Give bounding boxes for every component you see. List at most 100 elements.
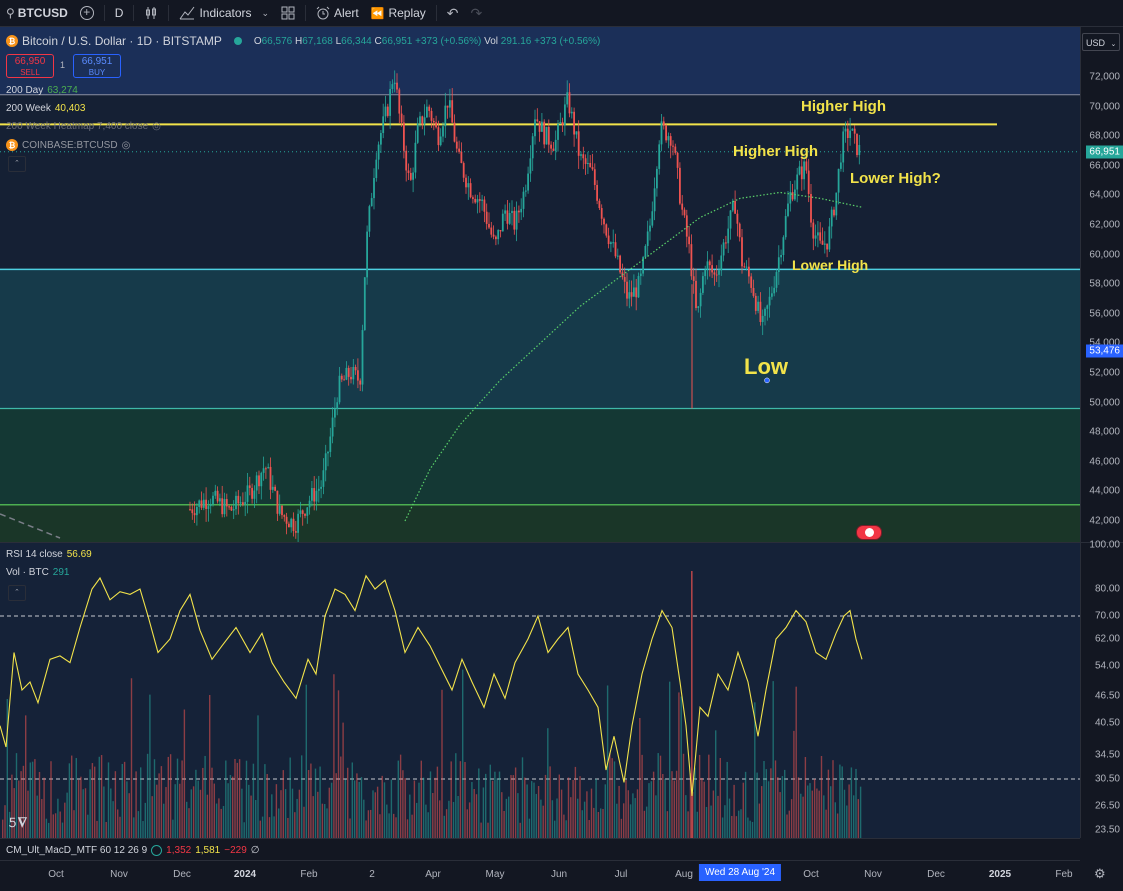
rsi-chart[interactable] bbox=[0, 543, 1080, 838]
volume-bar bbox=[652, 771, 655, 838]
price-tick-label: 50,000 bbox=[1089, 397, 1120, 409]
settings-gear-icon[interactable]: ⚙ bbox=[1094, 866, 1106, 882]
redo-button[interactable]: ↷ bbox=[465, 0, 489, 26]
buy-button[interactable]: 66,951 BUY bbox=[73, 54, 121, 78]
volume-bar bbox=[199, 789, 202, 838]
indicators-icon bbox=[180, 6, 195, 20]
volume-bar bbox=[250, 795, 252, 838]
volume-bar bbox=[367, 810, 370, 838]
undo-icon: ↶ bbox=[446, 4, 459, 21]
candle-body bbox=[623, 277, 626, 282]
price-tick-label: 64,000 bbox=[1089, 189, 1120, 201]
tradingview-logo-icon[interactable]: 𝟻 ∇ bbox=[8, 814, 27, 831]
candle-body bbox=[221, 498, 224, 515]
volume-bar bbox=[498, 771, 501, 838]
candle-body bbox=[704, 269, 707, 277]
candle-body bbox=[780, 254, 782, 258]
volume-legend[interactable]: Vol · BTC 291 bbox=[6, 567, 69, 578]
eye-off-icon: ◎ bbox=[121, 139, 131, 151]
price-chart-pane[interactable] bbox=[0, 27, 1080, 542]
flag-events-icon[interactable] bbox=[856, 525, 882, 540]
collapse-legend-button[interactable]: ˆ bbox=[8, 156, 26, 172]
candle-body bbox=[361, 330, 364, 385]
candle-body bbox=[826, 243, 828, 250]
volume-bar bbox=[356, 773, 358, 838]
volume-bar bbox=[213, 783, 215, 838]
candle-body bbox=[582, 154, 585, 159]
ma200-week-legend[interactable]: 200 Week 40,403 bbox=[6, 103, 85, 114]
compare-legend[interactable]: ₿ COINBASE:BTCUSD ◎ bbox=[6, 139, 130, 151]
volume-bar bbox=[119, 816, 121, 838]
symbol-search[interactable]: ⚲ BTCUSD bbox=[0, 0, 74, 26]
compare-button[interactable]: + bbox=[74, 0, 100, 26]
crosshair-price-tag: 53,476 bbox=[1086, 344, 1123, 358]
volume-bar bbox=[836, 813, 839, 838]
time-tick-label: Jun bbox=[550, 869, 568, 880]
volume-bar bbox=[597, 811, 600, 838]
volume-bar bbox=[57, 798, 59, 838]
currency-dropdown[interactable]: USD ⌄ bbox=[1082, 33, 1120, 51]
divider bbox=[168, 5, 170, 21]
alert-button[interactable]: Alert bbox=[310, 0, 365, 26]
volume-bar bbox=[763, 760, 765, 838]
volume-bar bbox=[192, 786, 195, 838]
macd-legend[interactable]: CM_Ult_MacD_MTF 60 12 26 9 1,352 1,581 −… bbox=[0, 838, 1080, 861]
price-chart[interactable] bbox=[0, 27, 1080, 542]
annotation-higher-high[interactable]: Higher High bbox=[801, 98, 886, 115]
volume-bar bbox=[227, 783, 229, 838]
candle-body bbox=[557, 124, 559, 140]
annotation-lower-high[interactable]: Lower High bbox=[792, 257, 868, 273]
candle-body bbox=[338, 375, 341, 403]
volume-bar bbox=[450, 761, 452, 838]
heatmap-legend[interactable]: 200 Week Heatmap 7,400 close ◎ bbox=[6, 121, 161, 132]
candle-body bbox=[764, 308, 766, 316]
candle-body bbox=[527, 173, 529, 191]
volume-bar bbox=[61, 822, 64, 838]
undo-button[interactable]: ↶ bbox=[441, 0, 465, 26]
volume-bar bbox=[770, 768, 772, 838]
volume-bar bbox=[823, 795, 825, 838]
rsi-axis[interactable]: 100.00 80.00 70.00 62.00 54.00 46.50 40.50 34.5… bbox=[1080, 540, 1123, 838]
candle-body bbox=[191, 509, 194, 514]
volume-bar bbox=[126, 781, 128, 838]
candle-body bbox=[759, 301, 762, 322]
volume-bar bbox=[307, 770, 310, 838]
replay-button[interactable]: ⏪ Replay bbox=[365, 0, 432, 26]
volume-bar bbox=[662, 774, 664, 838]
volume-bar bbox=[232, 776, 234, 838]
candle-body bbox=[465, 177, 467, 188]
sell-button[interactable]: 66,950 SELL bbox=[6, 54, 54, 78]
price-axis[interactable]: USD ⌄ 72,000 70,000 68,000 66,000 64,000 62,0… bbox=[1080, 27, 1123, 542]
volume-bar bbox=[508, 796, 510, 838]
candle-body bbox=[345, 367, 348, 380]
volume-bar bbox=[353, 780, 356, 838]
volume-bar bbox=[857, 799, 859, 838]
chart-type-button[interactable] bbox=[138, 0, 164, 26]
candle-body bbox=[849, 130, 851, 139]
rsi-volume-pane[interactable] bbox=[0, 543, 1080, 838]
volume-bar bbox=[427, 812, 429, 838]
candle-body bbox=[713, 272, 716, 275]
candle-body bbox=[575, 131, 578, 135]
annotation-low[interactable]: Low bbox=[744, 354, 788, 380]
annotation-higher-high[interactable]: Higher High bbox=[733, 143, 818, 160]
candle-body bbox=[384, 106, 387, 117]
rsi-legend[interactable]: RSI 14 close 56.69 bbox=[6, 549, 92, 560]
volume-bar bbox=[255, 800, 257, 838]
candle-body bbox=[458, 148, 460, 152]
volume-bar bbox=[305, 684, 307, 838]
time-axis[interactable]: Oct Nov Dec 2024 Feb 2 Apr May Jun Jul Aug Wed 28 A… bbox=[0, 860, 1080, 891]
candle-body bbox=[665, 125, 667, 141]
collapse-indicator-button[interactable]: ˆ bbox=[8, 585, 26, 601]
templates-button[interactable] bbox=[275, 0, 301, 26]
time-tick-label: Feb bbox=[300, 869, 318, 880]
volume-bar bbox=[397, 760, 399, 838]
volume-bar bbox=[439, 800, 441, 838]
candle-body bbox=[752, 287, 755, 296]
volume-bar bbox=[818, 790, 820, 838]
ma200-day-legend[interactable]: 200 Day 63,274 bbox=[6, 85, 78, 96]
indicators-button[interactable]: Indicators ⌄ bbox=[173, 0, 275, 26]
annotation-lower-high-question[interactable]: Lower High? bbox=[850, 170, 941, 187]
volume-bar bbox=[724, 805, 726, 838]
interval-button[interactable]: D bbox=[109, 0, 130, 26]
